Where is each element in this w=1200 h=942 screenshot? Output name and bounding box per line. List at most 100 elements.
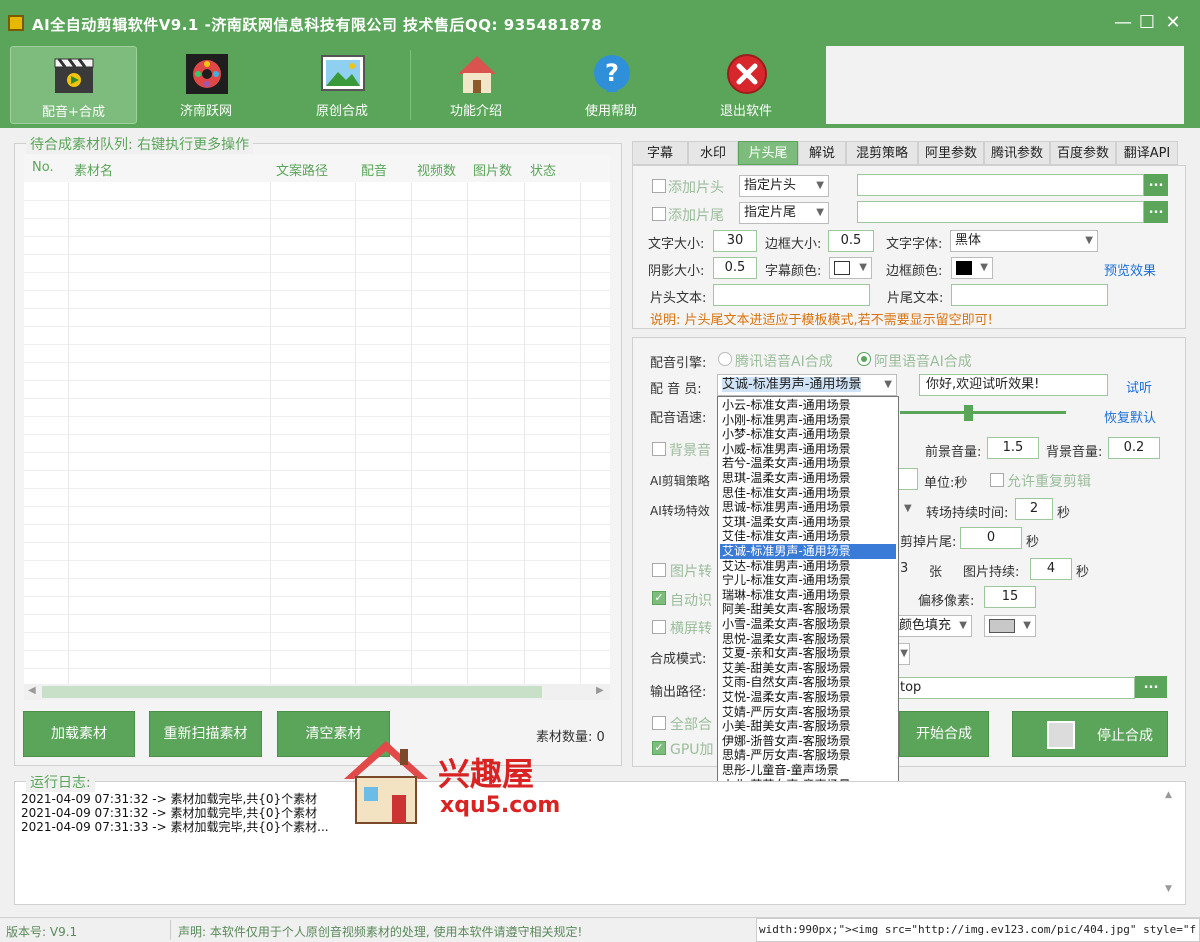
- speaker-option[interactable]: 小威-标准男声-通用场景: [720, 442, 896, 457]
- help-button[interactable]: ? 使用帮助: [549, 46, 673, 124]
- image-duration-input[interactable]: 4: [1030, 558, 1072, 580]
- transition-time-input[interactable]: 2: [1015, 498, 1053, 520]
- tab-intro-outro[interactable]: 片头尾: [738, 141, 798, 165]
- speaker-option[interactable]: 艾悦-温柔女声-客服场景: [720, 690, 896, 705]
- browse-output-button[interactable]: ...: [1135, 676, 1167, 698]
- feature-intro-button[interactable]: 功能介绍: [414, 46, 538, 124]
- browse-tail-button[interactable]: ...: [1144, 201, 1168, 223]
- speed-slider-track[interactable]: [900, 411, 1066, 414]
- scroll-left-icon[interactable]: ◀: [28, 685, 36, 696]
- chevron-down-icon[interactable]: ▼: [904, 503, 912, 514]
- allow-repeat-checkbox[interactable]: [990, 473, 1004, 487]
- scroll-down-icon[interactable]: ▼: [1165, 884, 1172, 894]
- tail-text-input[interactable]: [951, 284, 1108, 306]
- speaker-option[interactable]: 思诚-标准男声-通用场景: [720, 500, 896, 515]
- speaker-option[interactable]: 艾夏-亲和女声-客服场景: [720, 646, 896, 661]
- jinan-yuewang-button[interactable]: 济南跃网: [144, 46, 268, 124]
- speaker-select[interactable]: 艾诚-标准男声-通用场景 ▼: [717, 374, 897, 396]
- add-tail-checkbox[interactable]: [652, 207, 666, 221]
- exit-button[interactable]: 退出软件: [684, 46, 808, 124]
- bg-volume-input[interactable]: 0.2: [1108, 437, 1160, 459]
- gpu-checkbox[interactable]: ✓: [652, 741, 666, 755]
- close-button[interactable]: ✕: [1162, 12, 1184, 34]
- queue-hscrollbar[interactable]: ◀ ▶: [24, 684, 610, 700]
- rescan-material-button[interactable]: 重新扫描素材: [149, 711, 262, 757]
- speaker-option[interactable]: 思悦-温柔女声-客服场景: [720, 632, 896, 647]
- tab-ali-params[interactable]: 阿里参数: [918, 141, 984, 165]
- test-text-input[interactable]: 你好,欢迎试听效果!: [919, 374, 1108, 396]
- tail-mode-select[interactable]: 指定片尾 ▼: [739, 202, 829, 224]
- listen-link[interactable]: 试听: [1126, 377, 1152, 396]
- speaker-option[interactable]: 小梦-标准女声-通用场景: [720, 427, 896, 442]
- speaker-option[interactable]: 艾达-标准男声-通用场景: [720, 559, 896, 574]
- scroll-thumb[interactable]: [42, 686, 542, 698]
- fill-color-picker[interactable]: ▼: [984, 615, 1036, 637]
- engine-tencent-radio[interactable]: [718, 352, 732, 366]
- preview-effect-link[interactable]: 预览效果: [1104, 260, 1156, 279]
- speaker-option[interactable]: 小雪-温柔女声-客服场景: [720, 617, 896, 632]
- image-transition-checkbox[interactable]: [652, 563, 666, 577]
- cut-tail-input[interactable]: 0: [960, 527, 1022, 549]
- load-material-button[interactable]: 加载素材: [23, 711, 135, 757]
- speaker-option[interactable]: 伊娜-浙普女声-客服场景: [720, 734, 896, 749]
- font-family-select[interactable]: 黑体 ▼: [950, 230, 1098, 252]
- speaker-option[interactable]: 小云-标准女声-通用场景: [720, 398, 896, 413]
- speaker-option[interactable]: 艾美-甜美女声-客服场景: [720, 661, 896, 676]
- tab-tencent-params[interactable]: 腾讯参数: [984, 141, 1050, 165]
- speaker-option[interactable]: 阿美-甜美女声-客服场景: [720, 602, 896, 617]
- original-compose-button[interactable]: 原创合成: [280, 46, 404, 124]
- tab-mix-strategy[interactable]: 混剪策略: [846, 141, 918, 165]
- shadow-input[interactable]: 0.5: [713, 257, 757, 279]
- speaker-option[interactable]: 小美-甜美女声-客服场景: [720, 719, 896, 734]
- tab-translate-api[interactable]: 翻译API: [1116, 141, 1178, 165]
- speaker-option[interactable]: 小刚-标准男声-通用场景: [720, 413, 896, 428]
- speed-slider-thumb[interactable]: [964, 405, 973, 421]
- queue-table[interactable]: No. 素材名 文案路径 配音 视频数 图片数 状态: [24, 154, 610, 684]
- head-text-input[interactable]: [713, 284, 870, 306]
- border-color-picker[interactable]: ▼: [951, 257, 993, 279]
- speaker-option[interactable]: 若兮-温柔女声-通用场景: [720, 456, 896, 471]
- speaker-option[interactable]: 瑞琳-标准女声-通用场景: [720, 588, 896, 603]
- scroll-up-icon[interactable]: ▲: [1165, 790, 1172, 800]
- tab-watermark[interactable]: 水印: [688, 141, 738, 165]
- reset-default-link[interactable]: 恢复默认: [1104, 407, 1156, 426]
- speaker-option[interactable]: 艾佳-标准女声-通用场景: [720, 529, 896, 544]
- head-mode-select[interactable]: 指定片头 ▼: [739, 175, 829, 197]
- tab-baidu-params[interactable]: 百度参数: [1050, 141, 1116, 165]
- speaker-option[interactable]: 思琪-温柔女声-通用场景: [720, 471, 896, 486]
- speaker-option[interactable]: 思佳-标准女声-通用场景: [720, 486, 896, 501]
- stop-compose-button[interactable]: 停止合成: [1012, 711, 1168, 757]
- output-path-input[interactable]: top: [897, 677, 1135, 699]
- bg-audio-checkbox[interactable]: [652, 442, 666, 456]
- subtitle-color-picker[interactable]: ▼: [829, 257, 872, 279]
- auto-detect-checkbox[interactable]: ✓: [652, 591, 666, 605]
- tab-subtitle[interactable]: 字幕: [632, 141, 688, 165]
- speaker-option[interactable]: 宁儿-标准女声-通用场景: [720, 573, 896, 588]
- ai-strategy-input[interactable]: [898, 468, 918, 490]
- scroll-right-icon[interactable]: ▶: [596, 685, 604, 696]
- start-compose-button[interactable]: 开始合成: [899, 711, 989, 757]
- landscape-checkbox[interactable]: [652, 620, 666, 634]
- speaker-option[interactable]: 思彤-儿童音-童声场景: [720, 763, 896, 778]
- speaker-option[interactable]: 思婧-严厉女声-客服场景: [720, 748, 896, 763]
- head-path-input[interactable]: [857, 174, 1144, 196]
- engine-ali-radio[interactable]: [857, 352, 871, 366]
- browse-head-button[interactable]: ...: [1144, 174, 1168, 196]
- offset-input[interactable]: 15: [984, 586, 1036, 608]
- image-count-value[interactable]: 3: [900, 561, 908, 576]
- font-size-input[interactable]: 30: [713, 230, 757, 252]
- front-volume-input[interactable]: 1.5: [987, 437, 1039, 459]
- speaker-option[interactable]: 艾雨-自然女声-客服场景: [720, 675, 896, 690]
- minimize-button[interactable]: —: [1112, 12, 1134, 34]
- speaker-dropdown-list[interactable]: 小云-标准女声-通用场景 小刚-标准男声-通用场景 小梦-标准女声-通用场景 小威-标…: [717, 396, 899, 824]
- compose-all-checkbox[interactable]: [652, 716, 666, 730]
- fill-mode-select[interactable]: 颜色填充 ▼: [898, 615, 972, 637]
- speaker-option[interactable]: 艾婧-严厉女声-客服场景: [720, 705, 896, 720]
- dub-compose-button[interactable]: 配音+合成: [10, 46, 137, 124]
- border-size-input[interactable]: 0.5: [828, 230, 874, 252]
- speaker-option[interactable]: 艾诚-标准男声-通用场景: [720, 544, 896, 559]
- maximize-button[interactable]: ☐: [1136, 12, 1158, 34]
- speaker-option[interactable]: 艾琪-温柔女声-通用场景: [720, 515, 896, 530]
- tail-path-input[interactable]: [857, 201, 1144, 223]
- add-head-checkbox[interactable]: [652, 179, 666, 193]
